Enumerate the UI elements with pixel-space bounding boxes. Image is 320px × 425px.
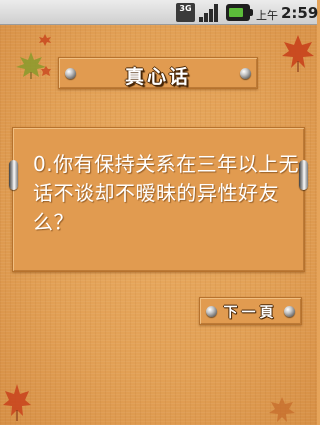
next-page-label: 下一頁 — [223, 305, 278, 321]
maple-leaf-icon — [269, 397, 295, 422]
pin-icon — [9, 160, 18, 190]
status-bar: 3G 上午 2:59 — [0, 0, 319, 25]
maple-leaf-icon — [282, 35, 314, 72]
question-text: 0.你有保持关系在三年以上无话不谈却不暧昧的异性好友么？ — [33, 152, 300, 234]
maple-leaf-icon — [39, 34, 51, 46]
maple-leaf-icon — [41, 66, 51, 76]
status-ampm: 上午 — [256, 9, 278, 22]
network-3g-label: 3G — [179, 4, 192, 13]
network-3g-icon: 3G — [176, 3, 195, 22]
maple-leaf-icon — [3, 384, 31, 421]
page-title: 真心话 — [124, 66, 191, 88]
status-time: 2:59 — [281, 4, 319, 22]
signal-strength-icon — [198, 3, 220, 22]
title-board: 真心话 — [58, 57, 258, 89]
next-page-button[interactable]: 下一頁 — [199, 297, 302, 325]
battery-icon — [226, 4, 253, 21]
question-card: 0.你有保持关系在三年以上无话不谈却不暧昧的异性好友么？ — [9, 127, 308, 272]
